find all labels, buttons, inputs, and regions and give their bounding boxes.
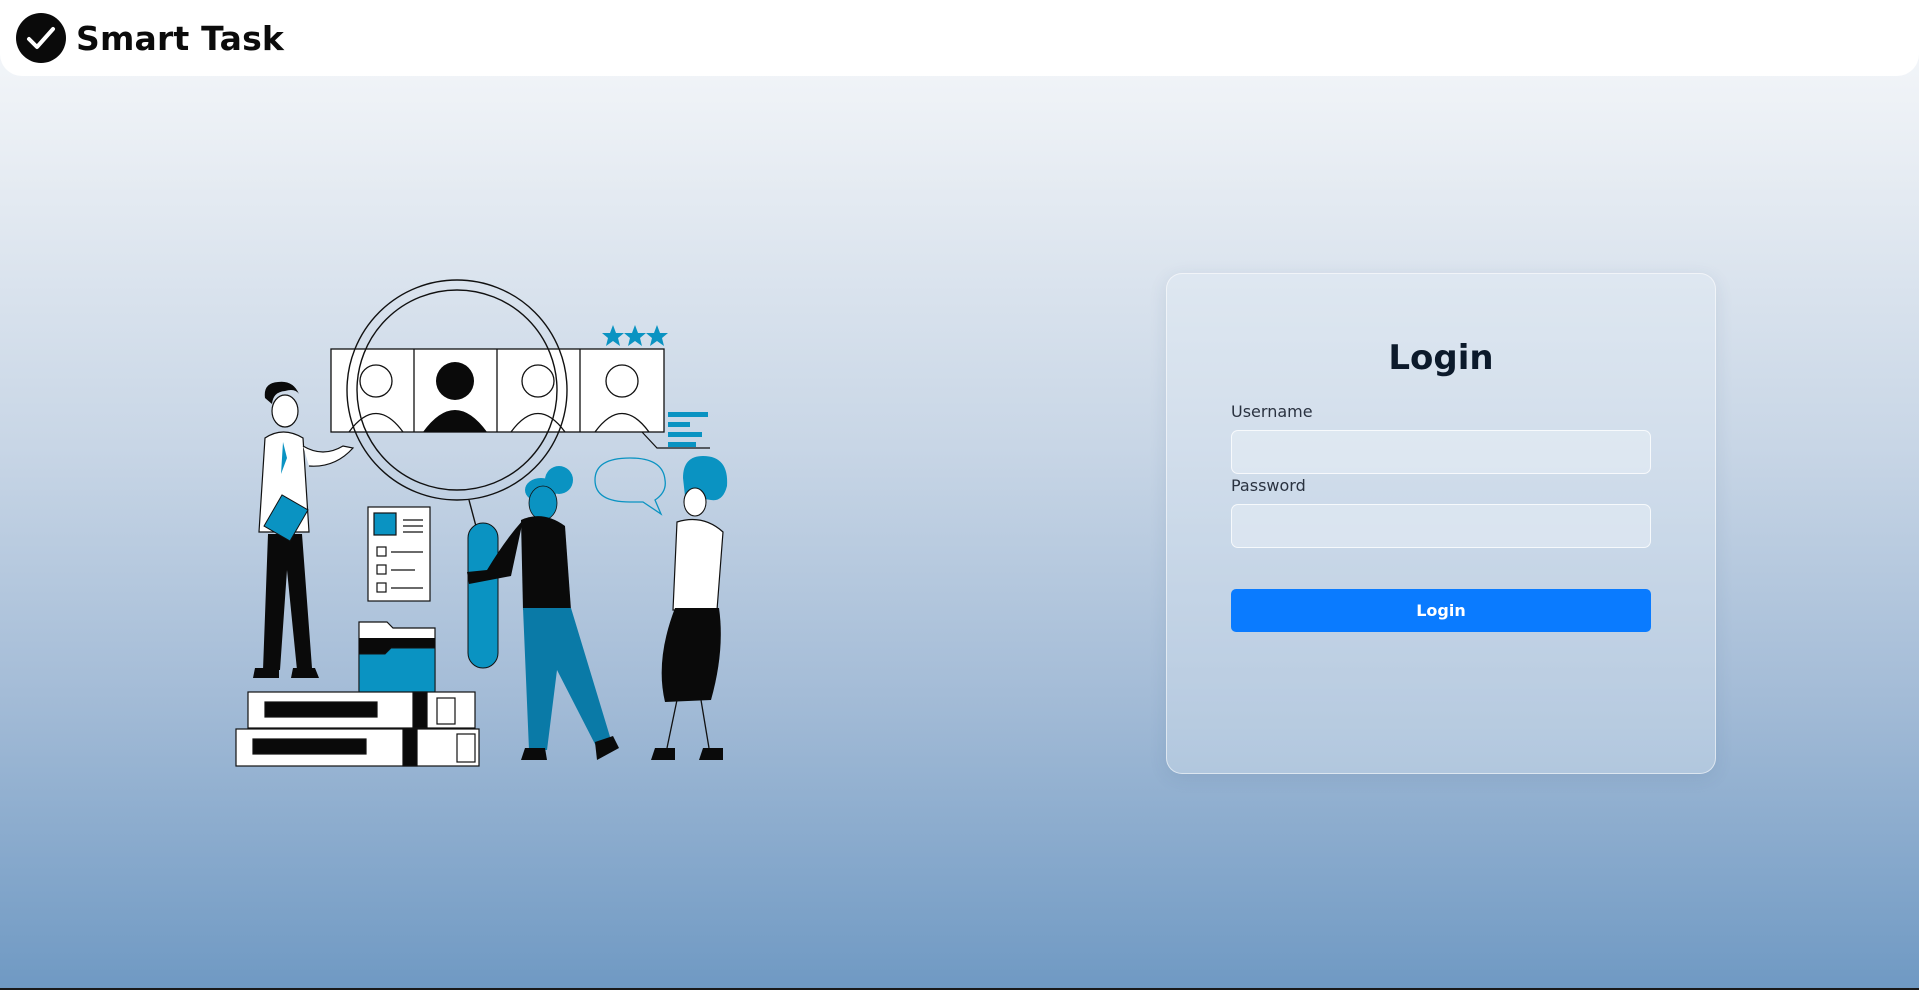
password-label: Password (1231, 476, 1306, 495)
login-button[interactable]: Login (1231, 589, 1651, 632)
username-label: Username (1231, 402, 1313, 421)
profile-strip (330, 348, 665, 433)
rating-stars-icon (602, 325, 668, 346)
brand[interactable]: Smart Task (16, 13, 284, 63)
woman-figure-thinking (651, 456, 728, 760)
speech-bubble-icon (594, 457, 666, 516)
folder-icon (358, 621, 436, 693)
brand-name: Smart Task (76, 18, 285, 58)
password-input[interactable] (1231, 504, 1651, 548)
login-card: Login Username Password Login (1166, 273, 1716, 774)
books-stack (235, 691, 480, 767)
team-search-illustration (235, 279, 728, 767)
check-circle-icon (16, 13, 66, 63)
username-input[interactable] (1231, 430, 1651, 474)
login-title: Login (1388, 338, 1494, 378)
text-lines-icon (668, 412, 708, 447)
top-bar: Smart Task (0, 0, 1919, 76)
resume-document-icon (367, 506, 431, 602)
